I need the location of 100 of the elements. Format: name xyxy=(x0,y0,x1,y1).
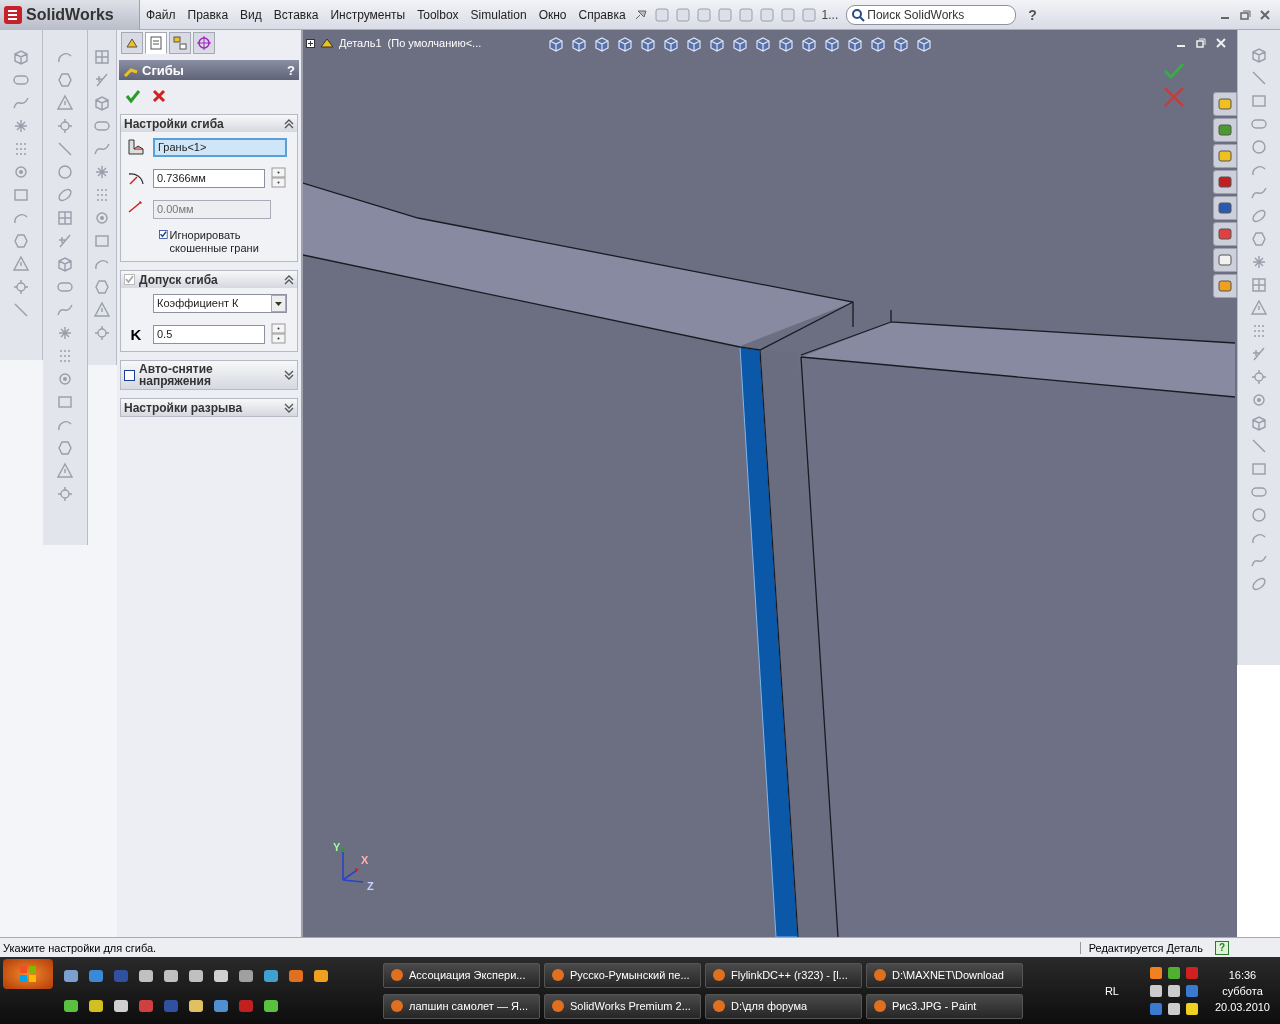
help-button[interactable]: ? xyxy=(1215,940,1229,955)
ok-icon[interactable] xyxy=(125,88,141,104)
hole-icon[interactable] xyxy=(56,370,74,388)
launcher-icon[interactable] xyxy=(63,997,79,1014)
graphics-area[interactable]: Деталь1 (По умолчанию<... Y X Z xyxy=(303,30,1237,937)
tray-icon[interactable] xyxy=(1166,983,1181,998)
launcher-icon[interactable] xyxy=(263,997,279,1014)
warning-icon[interactable] xyxy=(1250,299,1268,317)
toolbar-overflow[interactable]: 1... xyxy=(821,7,839,22)
launcher-icon[interactable] xyxy=(213,967,229,984)
section-header[interactable]: Настройки сгиба xyxy=(121,115,297,132)
circle-icon[interactable] xyxy=(1250,138,1268,156)
cancel-icon[interactable] xyxy=(151,88,167,104)
launcher-icon[interactable] xyxy=(238,967,254,984)
circle-icon[interactable] xyxy=(1250,506,1268,524)
menu-item[interactable]: Правка xyxy=(181,7,235,22)
polygon-icon[interactable] xyxy=(56,71,74,89)
launcher-icon[interactable] xyxy=(313,967,329,984)
language-indicator[interactable]: RL xyxy=(1104,984,1119,997)
cube-icon[interactable] xyxy=(12,48,30,66)
polygon-icon[interactable] xyxy=(12,232,30,250)
help-button[interactable]: ? xyxy=(1028,6,1037,23)
menu-item[interactable]: Вставка xyxy=(267,7,325,22)
taskbar-button[interactable]: Ассоциация Экспери... xyxy=(383,962,540,988)
launcher-icon[interactable] xyxy=(63,967,79,984)
tray-icon[interactable] xyxy=(1166,965,1181,980)
panel-tab[interactable] xyxy=(145,32,167,54)
help-button[interactable]: ? xyxy=(287,62,295,78)
panel-tab[interactable] xyxy=(169,32,191,54)
rectangle-icon[interactable] xyxy=(56,393,74,411)
launcher-icon[interactable] xyxy=(188,997,204,1014)
grid-icon[interactable] xyxy=(56,209,74,227)
spin-button[interactable] xyxy=(271,323,287,345)
line-icon[interactable] xyxy=(12,301,30,319)
menu-item[interactable]: Справка xyxy=(572,7,632,22)
taskbar-button[interactable]: Рис3.JPG - Paint xyxy=(866,993,1023,1019)
point-icon[interactable] xyxy=(12,117,30,135)
menu-item[interactable]: Файл xyxy=(140,7,182,22)
selection-field[interactable]: Грань<1> xyxy=(153,137,287,157)
launcher-icon[interactable] xyxy=(188,967,204,984)
checkbox[interactable] xyxy=(124,369,135,381)
ellipse-icon[interactable] xyxy=(1250,207,1268,225)
ok-icon[interactable] xyxy=(1163,62,1185,80)
close-icon[interactable] xyxy=(1215,37,1227,49)
menu-item[interactable]: Simulation xyxy=(464,7,533,22)
point-icon[interactable] xyxy=(93,163,111,181)
rectangle-icon[interactable] xyxy=(1250,92,1268,110)
hole-icon[interactable] xyxy=(1250,391,1268,409)
line-icon[interactable] xyxy=(56,140,74,158)
search-field[interactable]: Поиск SolidWorks xyxy=(846,4,1017,25)
line-icon[interactable] xyxy=(1250,437,1268,455)
menu-item[interactable]: Инструменты xyxy=(324,7,412,22)
warning-icon[interactable] xyxy=(93,301,111,319)
launcher-icon[interactable] xyxy=(163,967,179,984)
taskbar-button[interactable]: D:\для форума xyxy=(705,993,862,1019)
launcher-icon[interactable] xyxy=(88,997,104,1014)
tray-icon[interactable] xyxy=(1184,1001,1199,1016)
panel-tab[interactable] xyxy=(193,32,215,54)
rectangle-icon[interactable] xyxy=(93,232,111,250)
rectangle-icon[interactable] xyxy=(1250,460,1268,478)
cube-icon[interactable] xyxy=(1250,414,1268,432)
hole-icon[interactable] xyxy=(12,163,30,181)
warning-icon[interactable] xyxy=(56,94,74,112)
menu-item[interactable]: Окно xyxy=(532,7,573,22)
rectangle-icon[interactable] xyxy=(12,186,30,204)
polygon-icon[interactable] xyxy=(1250,230,1268,248)
warning-icon[interactable] xyxy=(56,462,74,480)
circle-icon[interactable] xyxy=(56,163,74,181)
restore-icon[interactable] xyxy=(1238,7,1252,22)
cube-icon[interactable] xyxy=(56,255,74,273)
point-icon[interactable] xyxy=(1250,253,1268,271)
taskbar-button[interactable]: FlylinkDC++ (r323) - [l... xyxy=(705,962,862,988)
tree-item[interactable]: Деталь1 (По умолчанию<... xyxy=(339,37,482,49)
section-header[interactable]: Авто-снятие напряжения xyxy=(121,361,297,389)
warning-icon[interactable] xyxy=(12,255,30,273)
panel-tab[interactable] xyxy=(121,32,143,54)
polygon-icon[interactable] xyxy=(93,278,111,296)
restore-icon[interactable] xyxy=(1195,37,1207,49)
polygon-icon[interactable] xyxy=(56,439,74,457)
tray-icon[interactable] xyxy=(1166,1001,1181,1016)
section-header[interactable]: Настройки разрыва xyxy=(121,399,297,416)
taskbar-button[interactable]: SolidWorks Premium 2... xyxy=(544,993,701,1019)
close-icon[interactable] xyxy=(1258,7,1272,22)
launcher-icon[interactable] xyxy=(138,967,154,984)
launcher-icon[interactable] xyxy=(263,967,279,984)
cube-icon[interactable] xyxy=(1250,46,1268,64)
taskbar-button[interactable]: Русско-Румынский пе... xyxy=(544,962,701,988)
number-field[interactable]: 0.7366мм xyxy=(153,168,265,188)
launcher-icon[interactable] xyxy=(288,967,304,984)
taskbar-button[interactable]: D:\MAXNET\Download xyxy=(866,962,1023,988)
point-icon[interactable] xyxy=(56,324,74,342)
line-icon[interactable] xyxy=(1250,69,1268,87)
launcher-icon[interactable] xyxy=(213,997,229,1014)
grid-icon[interactable] xyxy=(93,48,111,66)
launcher-icon[interactable] xyxy=(113,997,129,1014)
checkbox[interactable] xyxy=(159,229,168,240)
taskbar-button[interactable]: лапшин самолет — Я... xyxy=(383,993,540,1019)
chevron-icon[interactable] xyxy=(284,118,294,129)
hole-icon[interactable] xyxy=(93,209,111,227)
tray-icon[interactable] xyxy=(1148,965,1163,980)
